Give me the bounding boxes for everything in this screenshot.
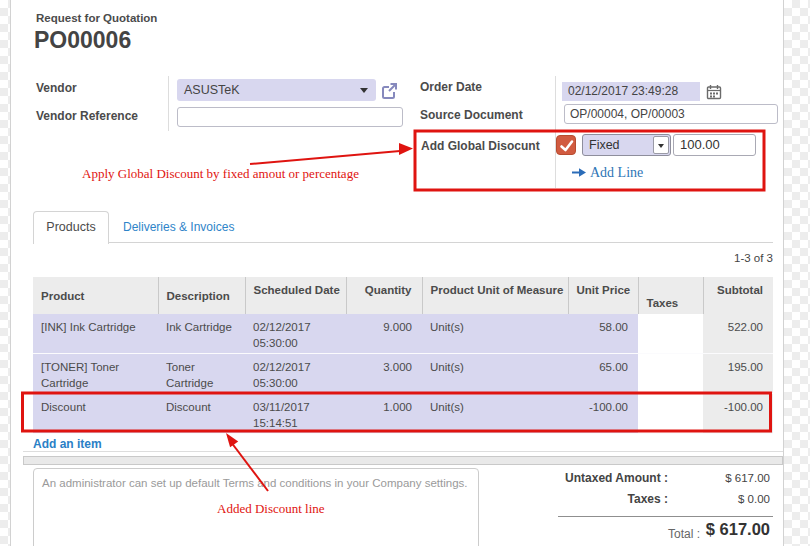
order-date-label: Order Date	[420, 80, 482, 94]
vendor-reference-input[interactable]	[177, 107, 403, 127]
form-sheet: Request for Quotation PO00006 Vendor Ven…	[10, 0, 784, 546]
column-header[interactable]: Unit Price	[568, 277, 638, 314]
caret-down-icon	[658, 144, 664, 148]
right-group-separator	[555, 76, 556, 188]
arrow-right-icon	[572, 167, 587, 178]
column-header[interactable]: Scheduled Date	[245, 277, 346, 314]
summary-divider	[558, 516, 773, 517]
untaxed-amount-label: Untaxed Amount :	[565, 471, 668, 485]
tab-products[interactable]: Products	[33, 211, 109, 244]
total-value: $ 617.00	[706, 520, 770, 539]
vendor-reference-label: Vendor Reference	[36, 109, 138, 123]
terms-placeholder: An administrator can set up default Term…	[42, 477, 468, 489]
cell-unit_price[interactable]: 65.00	[568, 354, 638, 394]
cell-description[interactable]: Ink Cartridge	[158, 314, 245, 354]
cell-taxes[interactable]	[638, 354, 703, 394]
column-header[interactable]: Product Unit of Measure	[422, 277, 568, 314]
external-link-icon[interactable]	[379, 81, 399, 101]
select-dropdown-button[interactable]	[653, 136, 669, 154]
caret-down-icon	[360, 88, 368, 93]
vendor-value: ASUSTeK	[184, 83, 240, 97]
column-header[interactable]: Subtotal	[703, 277, 773, 314]
cell-uom[interactable]: Unit(s)	[422, 354, 568, 394]
cell-product[interactable]: [TONER] Toner Cartridge	[33, 354, 158, 394]
cell-quantity[interactable]: 3.000	[346, 354, 422, 394]
add-an-item-link[interactable]: Add an item	[33, 437, 102, 451]
taxes-label: Taxes :	[628, 492, 668, 506]
discount-type-value: Fixed	[589, 138, 620, 152]
untaxed-amount-value: $ 617.00	[725, 472, 770, 484]
cell-quantity[interactable]: 9.000	[346, 314, 422, 354]
table-row[interactable]: [TONER] Toner CartridgeToner Cartridge02…	[33, 354, 773, 394]
order-lines-head-row: ProductDescriptionScheduled DateQuantity…	[33, 277, 773, 314]
cell-subtotal[interactable]: 522.00	[703, 314, 773, 354]
cell-subtotal[interactable]: 195.00	[703, 354, 773, 394]
tab-bar: Products Deliveries & Invoices	[33, 211, 773, 243]
vendor-label: Vendor	[36, 81, 77, 95]
source-document-input[interactable]: OP/00004, OP/00003	[564, 104, 778, 124]
discount-type-select[interactable]: Fixed	[582, 134, 671, 156]
source-document-label: Source Document	[420, 108, 523, 122]
tab-deliveries-invoices[interactable]: Deliveries & Invoices	[123, 211, 234, 243]
cell-subtotal[interactable]: -100.00	[703, 394, 773, 434]
cell-scheduled_date[interactable]: 02/12/2017 05:30:00	[245, 314, 346, 354]
cell-uom[interactable]: Unit(s)	[422, 394, 568, 434]
cell-uom[interactable]: Unit(s)	[422, 314, 568, 354]
table-bottom-border	[23, 451, 783, 452]
cell-taxes[interactable]	[638, 314, 703, 354]
column-header[interactable]: Description	[158, 277, 245, 314]
horizontal-scrollbar[interactable]	[23, 456, 783, 465]
cell-product[interactable]: Discount	[33, 394, 158, 434]
vendor-select[interactable]: ASUSTeK	[177, 79, 376, 101]
cell-scheduled_date[interactable]: 02/12/2017 05:30:00	[245, 354, 346, 394]
page-title: PO00006	[34, 27, 131, 54]
cell-product[interactable]: [INK] Ink Cartridge	[33, 314, 158, 354]
cell-unit_price[interactable]: 58.00	[568, 314, 638, 354]
cell-scheduled_date[interactable]: 03/11/2017 15:14:51	[245, 394, 346, 434]
table-row[interactable]: DiscountDiscount03/11/2017 15:14:511.000…	[33, 394, 773, 434]
cell-description[interactable]: Toner Cartridge	[158, 354, 245, 394]
table-row[interactable]: [INK] Ink CartridgeInk Cartridge02/12/20…	[33, 314, 773, 354]
order-lines-table: ProductDescriptionScheduled DateQuantity…	[33, 277, 773, 434]
column-header[interactable]: Taxes	[638, 277, 703, 314]
add-line-label: Add Line	[590, 165, 643, 180]
discount-amount-input[interactable]: 100.00	[673, 134, 756, 156]
taxes-value: $ 0.00	[738, 493, 770, 505]
cell-description[interactable]: Discount	[158, 394, 245, 434]
pager[interactable]: 1-3 of 3	[734, 252, 773, 264]
total-label: Total :	[668, 527, 700, 541]
add-line-link[interactable]: Add Line	[572, 165, 643, 181]
calendar-icon[interactable]	[706, 84, 722, 100]
left-group-separator	[168, 76, 169, 131]
global-discount-label: Add Global Disocunt	[421, 139, 540, 153]
order-lines-body: [INK] Ink CartridgeInk Cartridge02/12/20…	[33, 314, 773, 434]
annotation-global-discount: Apply Global Discount by fixed amout or …	[82, 166, 359, 182]
order-date-input[interactable]: 02/12/2017 23:49:28	[562, 82, 700, 101]
doc-type-label: Request for Quotation	[36, 12, 157, 24]
cell-taxes[interactable]	[638, 394, 703, 434]
cell-quantity[interactable]: 1.000	[346, 394, 422, 434]
column-header[interactable]: Product	[33, 277, 158, 314]
terms-notes-box[interactable]: An administrator can set up default Term…	[33, 468, 479, 546]
cell-unit_price[interactable]: -100.00	[568, 394, 638, 434]
checkbox-checked-icon[interactable]	[556, 135, 576, 155]
column-header[interactable]: Quantity	[346, 277, 422, 314]
